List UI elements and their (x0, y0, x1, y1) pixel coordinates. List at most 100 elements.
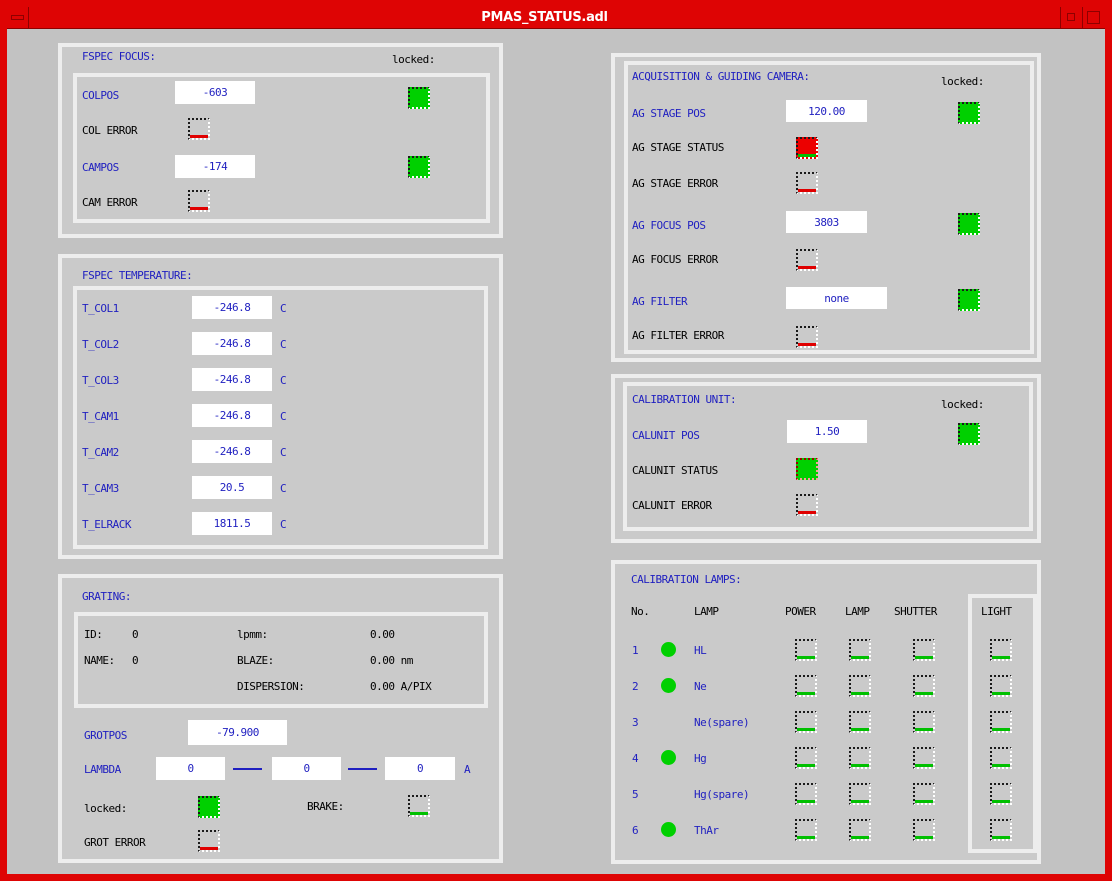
temp-row-label: T_CAM1 (82, 410, 119, 423)
lamp-row-name: Ne (694, 680, 706, 693)
ag-camera-locked-label: locked: (941, 75, 984, 88)
campos-field[interactable]: -174 (175, 155, 255, 178)
temp-row-field[interactable]: -246.8 (192, 368, 272, 391)
grotpos-label: GROTPOS (84, 729, 127, 742)
window-content: FSPEC FOCUS: locked: COLPOS -603 COL ERR… (7, 29, 1105, 874)
minimize-button[interactable] (1060, 7, 1082, 28)
ag-focus-pos-label: AG FOCUS POS (632, 219, 705, 232)
window-menu-icon (11, 15, 24, 20)
grating-lpmm-value: 0.00 (370, 628, 395, 641)
lamp-lamp-led (849, 747, 871, 769)
lamp-power-led (795, 747, 817, 769)
grating-blaze-label: BLAZE: (237, 654, 274, 667)
lamp-row-no: 4 (632, 752, 638, 765)
grating-lpmm-label: lpmm: (237, 628, 268, 641)
campos-locked-led (408, 156, 430, 178)
ag-focus-pos-field[interactable]: 3803 (786, 211, 867, 233)
temp-row-label: T_COL1 (82, 302, 119, 315)
lamp-on-indicator (661, 678, 676, 693)
lamp-row-no: 5 (632, 788, 638, 801)
calunit-error-label: CALUNIT ERROR (632, 499, 712, 512)
calunit-locked-led (958, 423, 980, 445)
lamp-row-name: Hg(spare) (694, 788, 749, 801)
ag-focus-error-led (796, 249, 818, 271)
ag-stage-pos-label: AG STAGE POS (632, 107, 705, 120)
colpos-label: COLPOS (82, 89, 119, 102)
lamp-lamp-led (849, 711, 871, 733)
temp-row-label: T_ELRACK (82, 518, 131, 531)
temp-row-label: T_COL2 (82, 338, 119, 351)
grating-dispersion-value: 0.00 A/PIX (370, 680, 431, 693)
temp-row-unit: C (280, 302, 286, 315)
fspec-focus-title: FSPEC FOCUS: (82, 50, 155, 63)
lamp-row-no: 6 (632, 824, 638, 837)
lamp-power-led (795, 783, 817, 805)
temp-row-unit: C (280, 410, 286, 423)
temp-row-unit: C (280, 518, 286, 531)
ag-camera-panel: ACQUISITION & GUIDING CAMERA: locked: AG… (611, 53, 1041, 362)
ag-filter-label: AG FILTER (632, 295, 687, 308)
temp-row-unit: C (280, 374, 286, 387)
titlebar: PMAS_STATUS.adl (7, 7, 1105, 29)
temp-row-label: T_COL3 (82, 374, 119, 387)
lambda-field-1[interactable]: 0 (156, 757, 225, 780)
lambda-dash (233, 768, 262, 770)
lamps-header-lamp: LAMP (694, 605, 719, 618)
temp-row-unit: C (280, 338, 286, 351)
grating-name-label: NAME: (84, 654, 115, 667)
grating-title: GRATING: (82, 590, 131, 603)
lamp-lamp-led (849, 675, 871, 697)
fspec-focus-locked-label: locked: (392, 53, 435, 66)
lamp-light-led (990, 783, 1012, 805)
lamp-power-led (795, 819, 817, 841)
calibration-lamps-title: CALIBRATION LAMPS: (631, 573, 741, 586)
grating-id-label: ID: (84, 628, 102, 641)
cam-error-led (188, 190, 210, 212)
lamp-lamp-led (849, 819, 871, 841)
lamp-shutter-led (913, 819, 935, 841)
grot-error-label: GROT ERROR (84, 836, 145, 849)
brake-led (408, 795, 430, 817)
lamp-row-name: ThAr (694, 824, 719, 837)
ag-stage-error-label: AG STAGE ERROR (632, 177, 718, 190)
colpos-locked-led (408, 87, 430, 109)
lamp-shutter-led (913, 747, 935, 769)
lamp-shutter-led (913, 639, 935, 661)
grating-blaze-value: 0.00 nm (370, 654, 413, 667)
lamps-header-power: POWER (785, 605, 816, 618)
col-error-label: COL ERROR (82, 124, 137, 137)
ag-stage-pos-field[interactable]: 120.00 (786, 100, 867, 122)
lamp-row-no: 2 (632, 680, 638, 693)
temp-row-field[interactable]: 20.5 (192, 476, 272, 499)
lamp-on-indicator (661, 750, 676, 765)
grating-name-value: 0 (132, 654, 138, 667)
ag-focus-error-label: AG FOCUS ERROR (632, 253, 718, 266)
lamp-row-no: 1 (632, 644, 638, 657)
lamps-header-shutter: SHUTTER (894, 605, 937, 618)
maximize-button[interactable] (1082, 7, 1105, 28)
ag-filter-field[interactable]: none (786, 287, 887, 309)
grotpos-field[interactable]: -79.900 (188, 720, 287, 745)
lambda-field-3[interactable]: 0 (385, 757, 455, 780)
lambda-dash (348, 768, 377, 770)
lamp-light-led (990, 675, 1012, 697)
lamp-on-indicator (661, 822, 676, 837)
temp-row-field[interactable]: -246.8 (192, 404, 272, 427)
lamp-row-name: Hg (694, 752, 706, 765)
ag-filter-error-label: AG FILTER ERROR (632, 329, 724, 342)
temp-row-field[interactable]: -246.8 (192, 440, 272, 463)
temp-row-field[interactable]: 1811.5 (192, 512, 272, 535)
lambda-field-2[interactable]: 0 (272, 757, 341, 780)
colpos-field[interactable]: -603 (175, 81, 255, 104)
lamp-on-indicator (661, 642, 676, 657)
temp-row-field[interactable]: -246.8 (192, 332, 272, 355)
calunit-pos-field[interactable]: 1.50 (787, 420, 867, 443)
temp-row-field[interactable]: -246.8 (192, 296, 272, 319)
calibration-unit-locked-label: locked: (941, 398, 984, 411)
grating-dispersion-label: DISPERSION: (237, 680, 304, 693)
window-menu-button[interactable] (7, 7, 29, 28)
ag-focus-locked-led (958, 213, 980, 235)
grot-error-led (198, 830, 220, 852)
calunit-status-led (796, 458, 818, 480)
maximize-icon (1087, 11, 1100, 24)
